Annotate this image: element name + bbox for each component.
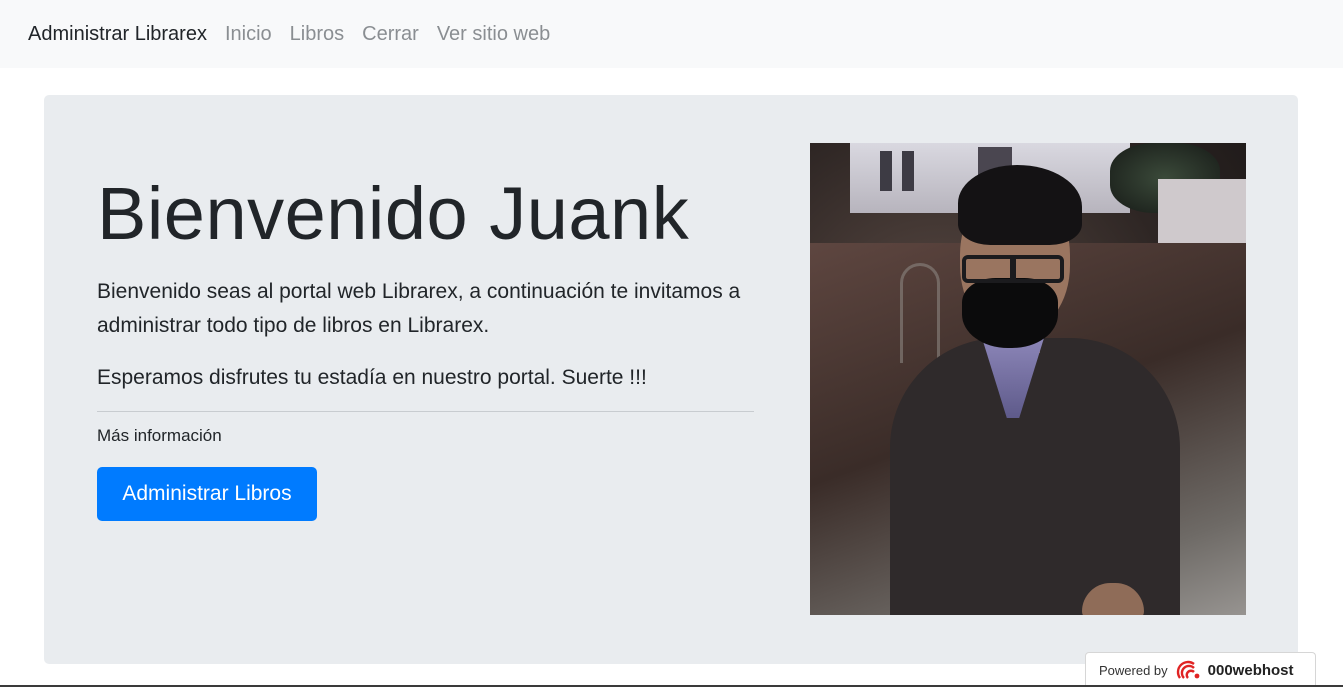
more-info-text: Más información bbox=[97, 426, 222, 445]
nav-link-libros[interactable]: Libros bbox=[290, 23, 344, 46]
webhost-name: 000webhost bbox=[1207, 661, 1294, 679]
nav-link-ver-sitio-web[interactable]: Ver sitio web bbox=[437, 23, 550, 46]
user-photo bbox=[810, 143, 1246, 615]
welcome-title: Bienvenido Juank bbox=[97, 172, 690, 255]
section-divider bbox=[97, 411, 754, 412]
powered-by-badge[interactable]: Powered by 000webhost bbox=[1085, 652, 1316, 687]
powered-by-label: Powered by bbox=[1099, 662, 1168, 678]
welcome-jumbotron: Bienvenido Juank Bienvenido seas al port… bbox=[44, 95, 1298, 664]
welcome-secondary-text: Esperamos disfrutes tu estadía en nuestr… bbox=[97, 366, 647, 389]
nav-link-inicio[interactable]: Inicio bbox=[225, 23, 272, 46]
nav-link-cerrar[interactable]: Cerrar bbox=[362, 23, 419, 46]
top-navbar: Administrar Librarex Inicio Libros Cerra… bbox=[0, 0, 1343, 68]
administrar-libros-button[interactable]: Administrar Libros bbox=[97, 467, 317, 521]
welcome-lead-text: Bienvenido seas al portal web Librarex, … bbox=[97, 280, 741, 337]
webhost-logo-icon bbox=[1176, 660, 1200, 679]
navbar-brand[interactable]: Administrar Librarex bbox=[28, 23, 207, 46]
